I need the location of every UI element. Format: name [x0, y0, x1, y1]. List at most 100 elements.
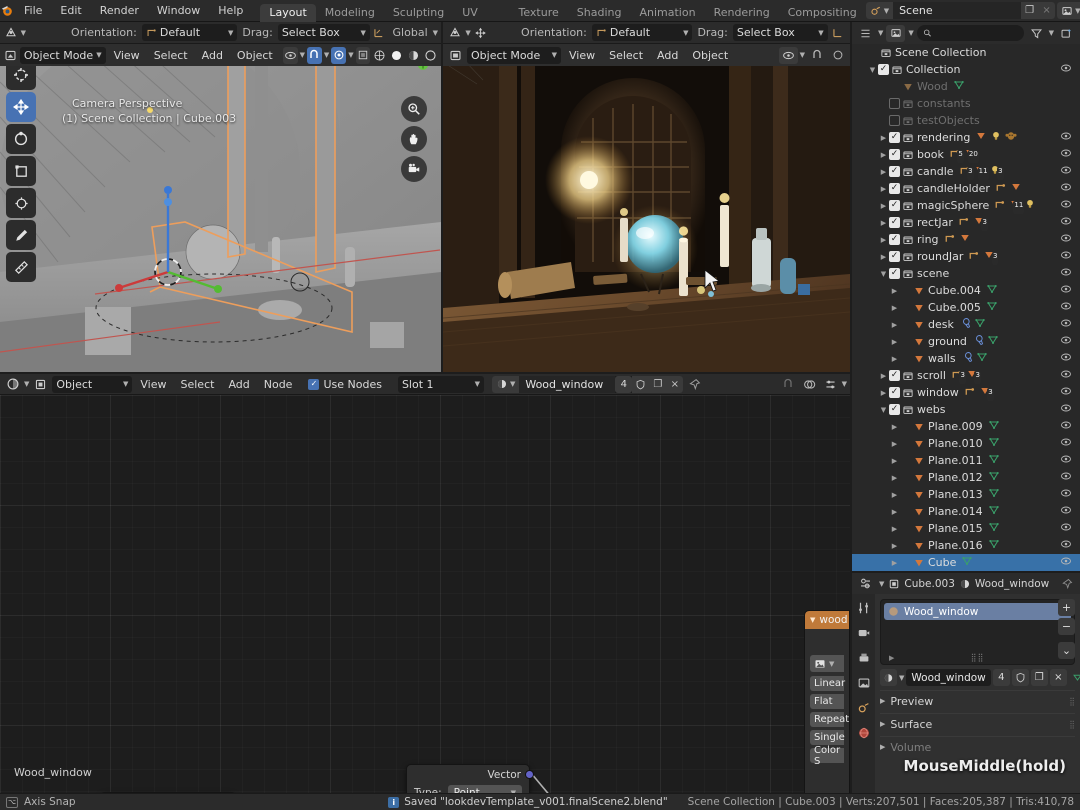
- mesh-icon[interactable]: 20: [964, 147, 979, 163]
- outliner-row[interactable]: ▶ Plane.014: [852, 503, 1080, 520]
- mode-dropdown[interactable]: Object Mode ▼: [467, 46, 561, 64]
- outliner-row[interactable]: ▶ Plane.012: [852, 469, 1080, 486]
- shader-editor-icon[interactable]: [3, 376, 22, 393]
- mesh-icon[interactable]: 3: [973, 215, 988, 231]
- material-id-field[interactable]: ▼ Wood_window 4 ❐ ×: [491, 375, 684, 393]
- options-icon[interactable]: [821, 376, 840, 393]
- outliner-row[interactable]: ▶ Plane.011: [852, 452, 1080, 469]
- visibility-eye-icon[interactable]: [1060, 522, 1072, 535]
- viewport-menu-view[interactable]: View: [108, 47, 146, 64]
- camera-view-icon[interactable]: [401, 156, 427, 182]
- mapping-node[interactable]: Vector Type: Point ▼ Vector Loc: [406, 764, 534, 793]
- mesh-green-icon-icon[interactable]: [988, 436, 1000, 451]
- new-collection-icon[interactable]: [1057, 25, 1076, 42]
- monkey-icon-icon[interactable]: [1005, 130, 1017, 145]
- expand-triangle-icon[interactable]: ▶: [889, 355, 900, 363]
- armature-icon[interactable]: [944, 232, 956, 247]
- tab-animation[interactable]: Animation: [630, 4, 704, 22]
- outliner-row[interactable]: ▶ Plane.010: [852, 435, 1080, 452]
- scale-tool-button[interactable]: [6, 156, 36, 186]
- expand-triangle-icon[interactable]: ▶: [889, 423, 900, 431]
- visibility-eye-icon[interactable]: [1060, 63, 1072, 76]
- shader-editor[interactable]: ▼ Object ▼ View Select Add Node ✓ Use No…: [0, 374, 850, 793]
- mesh-green-icon-icon[interactable]: [988, 538, 1000, 553]
- editor-type-icon[interactable]: [446, 47, 465, 64]
- collection-checkbox[interactable]: ✓: [889, 149, 900, 160]
- tab-modeling[interactable]: Modeling: [316, 4, 384, 22]
- scene-icon[interactable]: ▼: [865, 2, 894, 19]
- viewport-menu-object[interactable]: Object: [686, 47, 734, 64]
- world-tab[interactable]: [854, 723, 873, 742]
- armature-icon[interactable]: 5: [949, 147, 964, 163]
- material-slot-item[interactable]: Wood_window: [884, 603, 1071, 620]
- shader-menu-view[interactable]: View: [134, 376, 172, 393]
- collection-checkbox[interactable]: ✓: [889, 370, 900, 381]
- collection-checkbox[interactable]: ✓: [889, 404, 900, 415]
- new-material-icon[interactable]: ❐: [649, 375, 667, 393]
- pin-icon[interactable]: [1057, 575, 1076, 592]
- solid-shading-icon[interactable]: [389, 47, 404, 64]
- mesh-green-icon-icon[interactable]: [976, 351, 988, 366]
- visibility-eye-icon[interactable]: [1060, 199, 1072, 212]
- transform-pivot-icon[interactable]: [3, 24, 20, 41]
- outliner-row[interactable]: ▶ Plane.016: [852, 537, 1080, 554]
- modifier-icon-icon[interactable]: [959, 317, 971, 332]
- visibility-eye-icon[interactable]: [1060, 301, 1072, 314]
- visibility-eye-icon[interactable]: [1060, 250, 1072, 263]
- projection-field[interactable]: Flat: [810, 694, 844, 709]
- mesh-icon[interactable]: 3: [979, 385, 994, 401]
- visibility-eye-icon[interactable]: [1060, 386, 1072, 399]
- visibility-eye-icon[interactable]: [1060, 335, 1072, 348]
- mesh-green-icon-icon[interactable]: [961, 555, 973, 570]
- menu-edit[interactable]: Edit: [51, 2, 90, 20]
- panel-volume[interactable]: ▶ Volume: [880, 736, 1075, 755]
- tab-texture-paint[interactable]: Texture Paint: [510, 4, 568, 37]
- overlay-icon[interactable]: [800, 376, 819, 393]
- snap-magnet-icon[interactable]: [807, 47, 826, 64]
- scene-name[interactable]: Scene: [893, 2, 1022, 19]
- visibility-eye-icon[interactable]: [1060, 131, 1072, 144]
- scene-unlink-icon[interactable]: ×: [1038, 2, 1056, 19]
- shader-menu-node[interactable]: Node: [258, 376, 299, 393]
- collection-checkbox[interactable]: [889, 98, 900, 109]
- image-texture-node-header[interactable]: ▼ wood: [805, 611, 849, 629]
- outliner-row[interactable]: ▶ Plane.009: [852, 418, 1080, 435]
- material-name[interactable]: Wood_window: [519, 375, 616, 393]
- tab-shading[interactable]: Shading: [568, 4, 631, 22]
- menu-window[interactable]: Window: [148, 2, 209, 20]
- viewport-menu-object[interactable]: Object: [231, 47, 279, 64]
- use-nodes-checkbox[interactable]: ✓: [308, 378, 320, 390]
- visibility-eye-icon[interactable]: [1060, 284, 1072, 297]
- outliner-row[interactable]: Scene Collection: [852, 44, 1080, 61]
- blender-logo-icon[interactable]: [0, 3, 15, 18]
- material-preview-shading-icon[interactable]: [406, 47, 421, 64]
- pan-hand-icon[interactable]: [401, 126, 427, 152]
- snap-magnet-icon[interactable]: [307, 46, 322, 64]
- extension-field[interactable]: Repeat: [810, 712, 849, 727]
- mapping-type-dropdown[interactable]: Point ▼: [447, 785, 522, 793]
- shader-type-dropdown[interactable]: Object ▼: [52, 375, 133, 393]
- viewport-left[interactable]: Camera Perspective (1) Scene Collection …: [0, 22, 441, 372]
- view-layer-icon[interactable]: ▼: [1057, 2, 1080, 19]
- rotate-tool-button[interactable]: [6, 124, 36, 154]
- mesh-icon[interactable]: 11: [1009, 198, 1025, 214]
- material-browse-icon[interactable]: [880, 669, 897, 686]
- outliner-row[interactable]: ▼ ✓ Collection: [852, 61, 1080, 78]
- material-user-count[interactable]: 4: [992, 669, 1010, 686]
- outliner-row[interactable]: ▶ ✓ scroll 3 3: [852, 367, 1080, 384]
- tab-sculpting[interactable]: Sculpting: [384, 4, 453, 22]
- editor-type-icon[interactable]: [3, 47, 18, 64]
- slot-dropdown[interactable]: Slot 1 ▼: [397, 375, 484, 393]
- mesh-icon[interactable]: [1010, 181, 1022, 196]
- outliner-row[interactable]: ▶ Cube.004: [852, 282, 1080, 299]
- mesh-green-icon-icon[interactable]: [986, 283, 998, 298]
- mode-dropdown[interactable]: Object Mode ▼: [19, 46, 106, 64]
- xray-toggle-icon[interactable]: [355, 46, 371, 64]
- outliner-row[interactable]: ▶ Cube.005: [852, 299, 1080, 316]
- collection-checkbox[interactable]: ✓: [889, 251, 900, 262]
- output-tab[interactable]: [854, 648, 873, 667]
- mesh-green-icon-icon[interactable]: [987, 334, 999, 349]
- material-unlink-icon[interactable]: ×: [666, 375, 684, 393]
- light-icon[interactable]: [1024, 198, 1036, 213]
- shader-node-canvas[interactable]: ▼ UV Map UV From Instancer ◦: [0, 395, 850, 793]
